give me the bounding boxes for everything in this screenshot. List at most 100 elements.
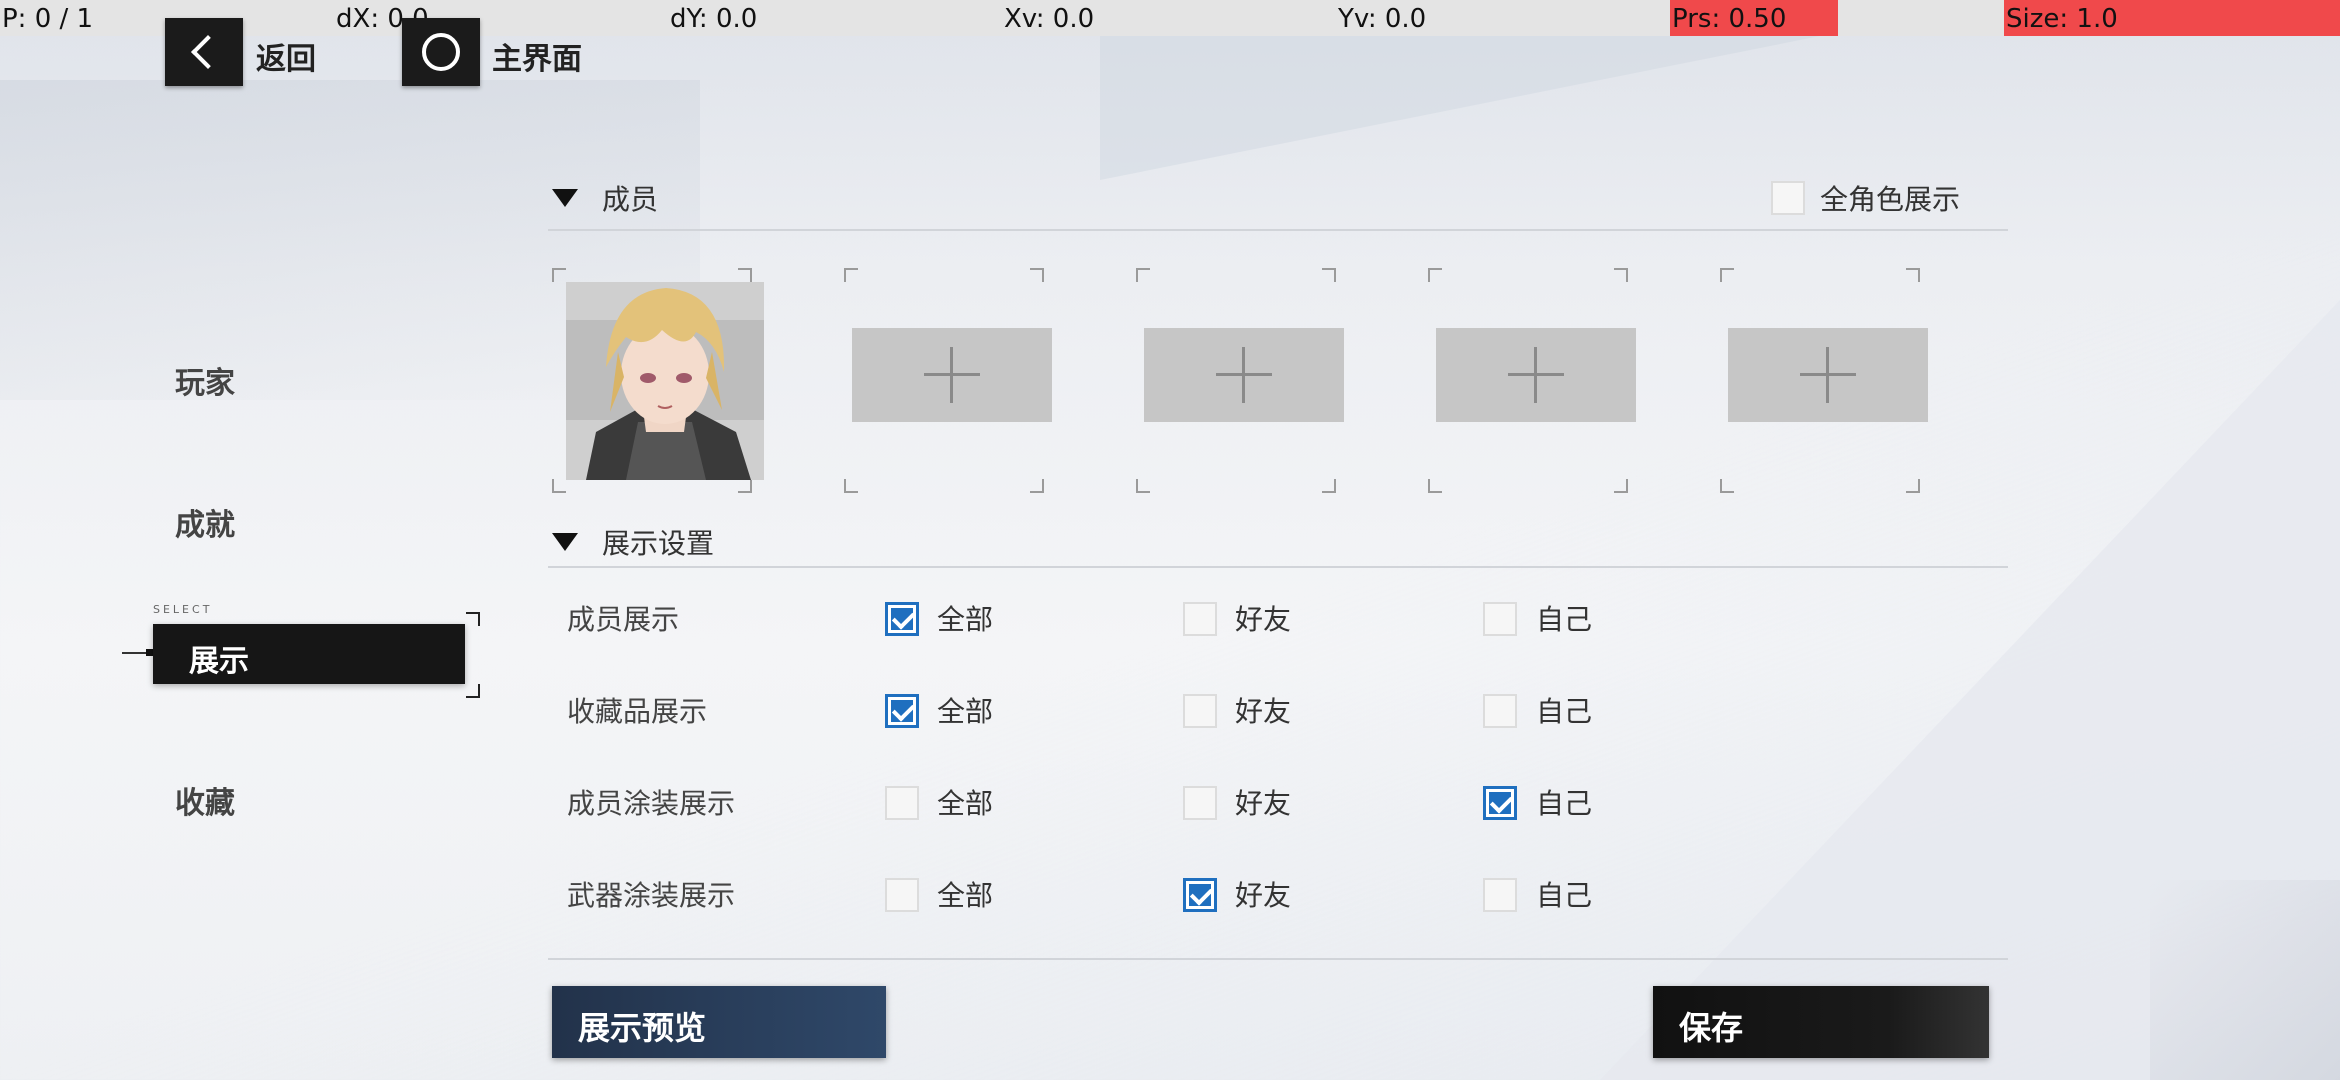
home-button[interactable] (402, 18, 480, 86)
slot-corner (1720, 479, 1734, 493)
plus-icon (1826, 347, 1829, 403)
touch-size: Size: 1.0 (2004, 0, 2340, 36)
member-slot-empty[interactable] (844, 268, 1052, 493)
option-all-label: 全部 (937, 695, 994, 728)
member-skin-display-friends-checkbox[interactable] (1183, 786, 1217, 820)
plus-icon (950, 347, 953, 403)
plus-icon (1534, 347, 1537, 403)
chevron-left-icon (191, 35, 225, 69)
slot-corner (1720, 268, 1734, 282)
add-member-button[interactable] (1436, 328, 1636, 422)
velocity-y: Yv: 0.0 (1338, 4, 1427, 34)
option-friends-label: 好友 (1235, 787, 1292, 820)
all-characters-checkbox[interactable] (1771, 181, 1805, 215)
home-label[interactable]: 主界面 (492, 34, 582, 78)
option-friends-label: 好友 (1235, 695, 1292, 728)
members-section-header[interactable]: 成员 (552, 178, 658, 218)
divider (548, 229, 2008, 231)
slot-corner (844, 479, 858, 493)
collectibles-display-self-checkbox[interactable] (1483, 694, 1517, 728)
save-button[interactable]: 保存 (1653, 986, 1989, 1058)
slot-corner (1906, 479, 1920, 493)
row-label-collectibles-display: 收藏品展示 (567, 695, 708, 728)
slot-corner (552, 268, 566, 282)
option-friends-label: 好友 (1235, 879, 1292, 912)
divider (548, 958, 2008, 960)
slot-corner (844, 268, 858, 282)
add-member-button[interactable] (1144, 328, 1344, 422)
pointer-count: P: 0 / 1 (2, 4, 94, 34)
row-label-member-display: 成员展示 (567, 603, 680, 636)
slot-corner (738, 479, 752, 493)
member-display-self-checkbox[interactable] (1483, 602, 1517, 636)
slot-corner (1030, 479, 1044, 493)
save-button-label: 保存 (1679, 1009, 1744, 1047)
member-display-friends-checkbox[interactable] (1183, 602, 1217, 636)
all-characters-label: 全角色展示 (1820, 183, 1961, 216)
option-all-label: 全部 (937, 879, 994, 912)
collapse-triangle-icon (552, 189, 578, 207)
member-skin-display-self-checkbox[interactable] (1483, 786, 1517, 820)
members-title: 成员 (602, 183, 659, 216)
add-member-button[interactable] (1728, 328, 1928, 422)
slot-corner (1428, 479, 1442, 493)
option-self-label: 自己 (1536, 879, 1593, 912)
option-all-label: 全部 (937, 603, 994, 636)
option-self-label: 自己 (1536, 787, 1593, 820)
selection-indicator (122, 649, 153, 656)
display-settings-header[interactable]: 展示设置 (552, 522, 714, 562)
weapon-skin-display-friends-checkbox[interactable] (1183, 878, 1217, 912)
slot-corner (1136, 479, 1150, 493)
slot-corner (1614, 268, 1628, 282)
background-facet (1600, 300, 2340, 1080)
collapse-triangle-icon (552, 533, 578, 551)
option-all-label: 全部 (937, 787, 994, 820)
sidebar-item-label: 展示 (189, 644, 249, 679)
member-slot-empty[interactable] (1428, 268, 1636, 493)
member-display-all-checkbox[interactable] (885, 602, 919, 636)
option-self-label: 自己 (1536, 695, 1593, 728)
member-portrait[interactable] (566, 282, 764, 480)
weapon-skin-display-all-checkbox[interactable] (885, 878, 919, 912)
sidebar-item-collection[interactable]: 收藏 (175, 778, 235, 822)
row-label-member-skin-display: 成员涂装展示 (567, 787, 736, 820)
select-tag: SELECT (153, 603, 213, 616)
add-member-button[interactable] (852, 328, 1052, 422)
option-friends-label: 好友 (1235, 603, 1292, 636)
selection-bracket (466, 612, 480, 626)
sidebar-item-showcase[interactable]: 展示 (153, 624, 465, 684)
pressure: Prs: 0.50 (1670, 0, 1838, 36)
slot-corner (1030, 268, 1044, 282)
preview-button-label: 展示预览 (578, 1009, 707, 1047)
back-label[interactable]: 返回 (256, 34, 316, 78)
member-skin-display-all-checkbox[interactable] (885, 786, 919, 820)
display-settings-title: 展示设置 (602, 527, 715, 560)
delta-y: dY: 0.0 (670, 4, 758, 34)
preview-button[interactable]: 展示预览 (552, 986, 886, 1058)
slot-corner (1322, 268, 1336, 282)
sidebar-item-achievements[interactable]: 成就 (175, 500, 235, 544)
collectibles-display-friends-checkbox[interactable] (1183, 694, 1217, 728)
sidebar-item-player[interactable]: 玩家 (175, 358, 235, 402)
member-slot-empty[interactable] (1136, 268, 1344, 493)
slot-corner (738, 268, 752, 282)
slot-corner (1322, 479, 1336, 493)
collectibles-display-all-checkbox[interactable] (885, 694, 919, 728)
character-avatar (566, 282, 764, 480)
slot-corner (1136, 268, 1150, 282)
background-facet (2150, 880, 2340, 1080)
circle-icon (422, 33, 460, 71)
option-self-label: 自己 (1536, 603, 1593, 636)
velocity-x: Xv: 0.0 (1004, 4, 1095, 34)
divider (548, 566, 2008, 568)
slot-corner (1614, 479, 1628, 493)
row-label-weapon-skin-display: 武器涂装展示 (567, 879, 736, 912)
member-slot-empty[interactable] (1720, 268, 1928, 493)
plus-icon (1242, 347, 1245, 403)
back-button[interactable] (165, 18, 243, 86)
slot-corner (1428, 268, 1442, 282)
slot-corner (1906, 268, 1920, 282)
weapon-skin-display-self-checkbox[interactable] (1483, 878, 1517, 912)
pointer-location-bar: P: 0 / 1 dX: 0.0 dY: 0.0 Xv: 0.0 Yv: 0.0… (0, 0, 2340, 36)
slot-corner (552, 479, 566, 493)
